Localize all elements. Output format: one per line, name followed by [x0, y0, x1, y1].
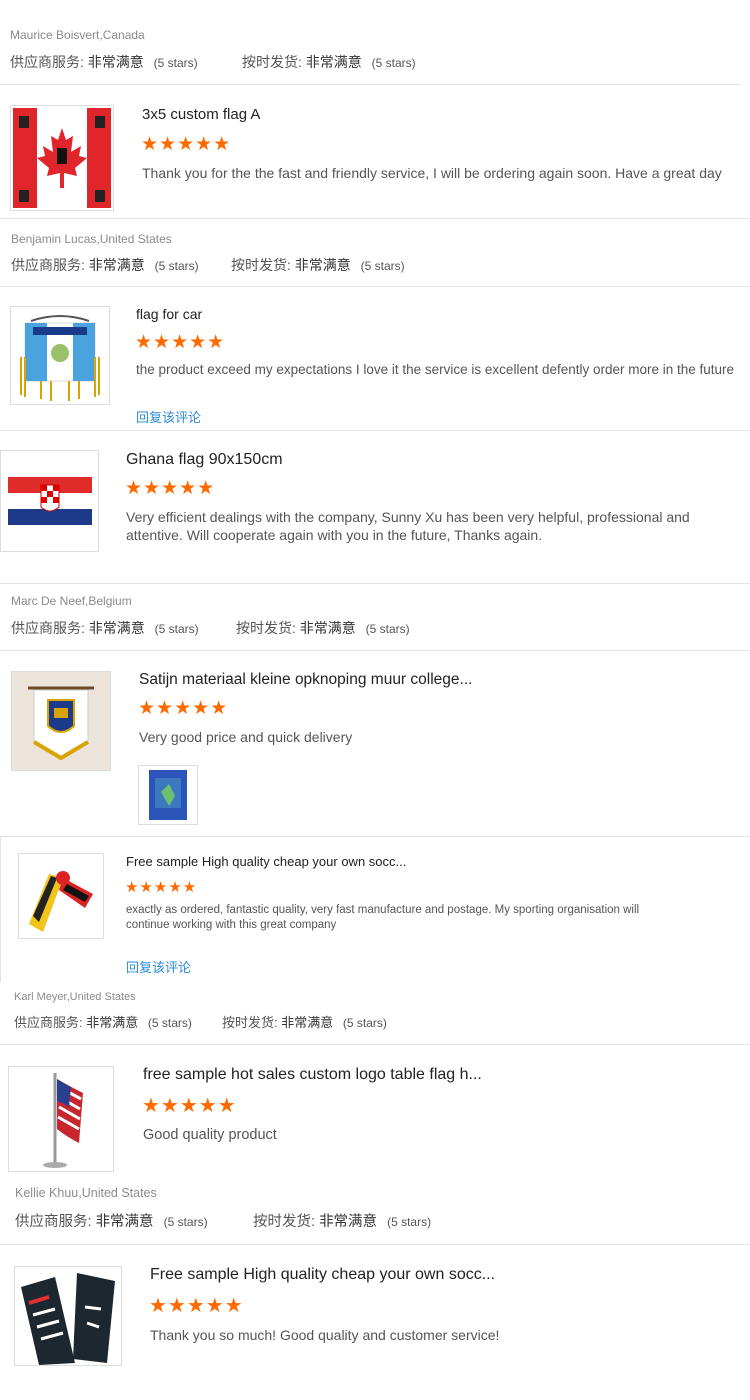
divider: [0, 1244, 750, 1245]
shipping-stars: (5 stars): [342, 1016, 387, 1030]
shipping-stars: (5 stars): [371, 56, 416, 70]
supplier-service-stars: (5 stars): [153, 56, 198, 70]
divider: [0, 84, 740, 85]
divider: [0, 650, 750, 651]
shipping-stars: (5 stars): [360, 259, 405, 273]
supplier-service-stars: (5 stars): [154, 259, 199, 273]
review-text: exactly as ordered, fantastic quality, v…: [126, 904, 640, 931]
divider: [0, 583, 750, 584]
reply-link[interactable]: 回复该评论: [126, 957, 191, 976]
supplier-service-label: 供应商服务:: [11, 620, 85, 636]
shipping-label: 按时发货:: [242, 54, 302, 70]
shipping-label: 按时发货:: [231, 257, 291, 273]
shipping-value: 非常满意: [305, 54, 362, 70]
supplier-service-value: 非常满意: [88, 620, 145, 636]
supplier-service-value: 非常满意: [87, 54, 144, 70]
product-title[interactable]: flag for car: [136, 306, 202, 322]
product-title[interactable]: Satijn materiaal kleine opknoping muur c…: [139, 671, 472, 689]
reviewer-name: Marc De Neef,Belgium: [11, 594, 132, 608]
product-title[interactable]: Ghana flag 90x150cm: [126, 451, 283, 469]
star-rating-icon: ★★★★★: [135, 332, 226, 353]
supplier-service-stars: (5 stars): [154, 622, 199, 636]
review-text: Good quality product: [143, 1127, 277, 1143]
rating-summary: 供应商服务: 非常满意 (5 stars) 按时发货: 非常满意 (5 star…: [15, 1210, 715, 1230]
pennant-banner-image[interactable]: [11, 671, 111, 771]
supplier-service-stars: (5 stars): [147, 1016, 192, 1030]
team-scarf-image[interactable]: [14, 1266, 122, 1366]
shipping-label: 按时发货:: [236, 620, 296, 636]
star-rating-icon: ★★★★★: [125, 478, 216, 499]
review-text: the product exceed my expectations I lov…: [136, 362, 735, 377]
review-text: Very good price and quick delivery: [139, 729, 353, 745]
shipping-value: 非常满意: [299, 620, 356, 636]
reviewer-name: Benjamin Lucas,United States: [11, 232, 172, 246]
supplier-service-label: 供应商服务:: [10, 54, 84, 70]
product-title[interactable]: free sample hot sales custom logo table …: [143, 1066, 482, 1084]
canada-flag-image[interactable]: [10, 105, 114, 211]
divider: [0, 1044, 750, 1045]
usa-table-flag-image[interactable]: [8, 1066, 114, 1172]
supplier-service-value: 非常满意: [88, 257, 145, 273]
reviewer-name: Kellie Khuu,United States: [15, 1186, 157, 1200]
divider: [0, 218, 750, 219]
star-rating-icon: ★★★★★: [125, 879, 198, 896]
product-title[interactable]: 3x5 custom flag A: [142, 106, 260, 123]
shipping-label: 按时发货:: [253, 1214, 316, 1230]
review-text: Thank you so much! Good quality and cust…: [150, 1327, 500, 1343]
reviewer-name: Maurice Boisvert,Canada: [10, 28, 145, 42]
rating-summary: 供应商服务: 非常满意 (5 stars) 按时发货: 非常满意 (5 star…: [11, 255, 711, 275]
shipping-value: 非常满意: [294, 257, 351, 273]
review-text: Thank you for the the fast and friendly …: [142, 165, 722, 181]
supplier-service-stars: (5 stars): [163, 1215, 208, 1229]
divider: [0, 430, 750, 431]
reviewer-name: Karl Meyer,United States: [14, 991, 136, 1003]
shipping-label: 按时发货:: [222, 1015, 278, 1030]
card-border: [0, 836, 1, 982]
star-rating-icon: ★★★★★: [149, 1295, 244, 1317]
product-title[interactable]: Free sample High quality cheap your own …: [150, 1266, 495, 1284]
rating-summary: 供应商服务: 非常满意 (5 stars) 按时发货: 非常满意 (5 star…: [11, 618, 711, 638]
supplier-service-value: 非常满意: [86, 1015, 139, 1030]
rating-summary: 供应商服务: 非常满意 (5 stars) 按时发货: 非常满意 (5 star…: [14, 1012, 714, 1032]
supplier-service-label: 供应商服务:: [14, 1015, 83, 1030]
reply-link[interactable]: 回复该评论: [136, 407, 201, 426]
shipping-stars: (5 stars): [387, 1215, 432, 1229]
rating-summary: 供应商服务: 非常满意 (5 stars) 按时发货: 非常满意 (5 star…: [10, 52, 710, 72]
guatemala-car-flag-image[interactable]: [10, 306, 110, 405]
product-title[interactable]: Free sample High quality cheap your own …: [126, 854, 406, 869]
soccer-scarf-image[interactable]: [18, 853, 104, 939]
review-text: Very efficient dealings with the company…: [126, 509, 690, 543]
divider: [0, 286, 750, 287]
supplier-service-label: 供应商服务:: [11, 257, 85, 273]
supplier-service-label: 供应商服务:: [15, 1214, 92, 1230]
shipping-stars: (5 stars): [365, 622, 410, 636]
star-rating-icon: ★★★★★: [141, 134, 232, 155]
supplier-service-value: 非常满意: [95, 1214, 154, 1230]
shipping-value: 非常满意: [281, 1015, 334, 1030]
review-photo-thumbnail[interactable]: [138, 765, 198, 825]
croatia-flag-image[interactable]: [0, 450, 99, 552]
star-rating-icon: ★★★★★: [138, 698, 229, 719]
shipping-value: 非常满意: [319, 1214, 378, 1230]
star-rating-icon: ★★★★★: [142, 1095, 237, 1117]
divider: [0, 836, 750, 837]
